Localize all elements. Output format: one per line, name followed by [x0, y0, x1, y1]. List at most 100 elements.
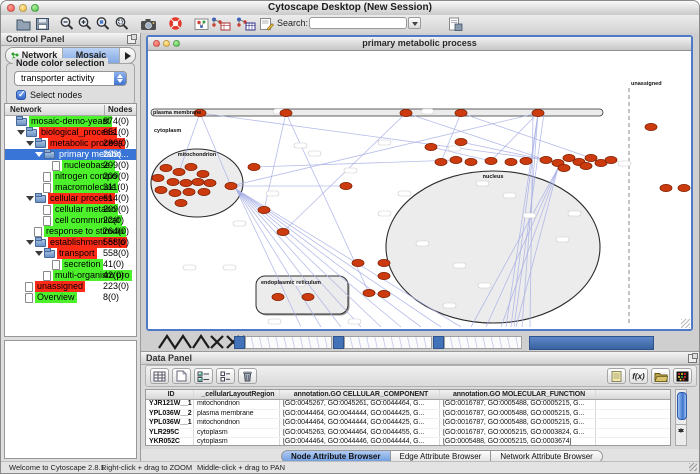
network-node[interactable] — [340, 182, 352, 189]
table-scrollbar[interactable] — [675, 389, 687, 446]
tree-expander-icon[interactable] — [26, 196, 34, 201]
delete-attribute-icon[interactable] — [238, 368, 257, 384]
tree-item-biological-process[interactable]: biological_process651(0) — [5, 127, 136, 138]
network-node[interactable] — [160, 164, 172, 171]
network-node[interactable] — [225, 182, 237, 189]
tab-overflow-button[interactable] — [120, 48, 135, 63]
network-node[interactable] — [198, 188, 210, 195]
attribute-list-icon[interactable] — [216, 368, 235, 384]
network-node[interactable] — [605, 156, 617, 163]
search-dropdown-icon[interactable] — [408, 17, 421, 29]
network-node[interactable] — [455, 109, 467, 116]
network-node[interactable] — [152, 174, 164, 181]
network-node[interactable] — [660, 184, 672, 191]
network-node[interactable] — [520, 157, 532, 164]
help-icon[interactable] — [167, 16, 184, 31]
tree-item-cellular-process[interactable]: cellular process614(0) — [5, 193, 136, 204]
network-node[interactable] — [558, 164, 570, 171]
zoom-fit-icon[interactable] — [113, 16, 130, 31]
network-node[interactable] — [378, 290, 390, 297]
formula-icon[interactable]: f(x) — [629, 368, 648, 384]
window-resize-grip[interactable] — [689, 463, 697, 471]
network-node[interactable] — [435, 158, 447, 165]
tree-item-cell-communicat[interactable]: cell communicat22(0) — [5, 215, 136, 226]
tree-item-nucleobase-[interactable]: nucleobase-209(0) — [5, 160, 136, 171]
network-node[interactable] — [352, 259, 364, 266]
network-node[interactable] — [185, 163, 197, 170]
network-node[interactable] — [204, 179, 216, 186]
tree-expander-icon[interactable] — [26, 141, 34, 146]
network-node[interactable] — [258, 206, 270, 213]
network-node[interactable] — [400, 109, 412, 116]
tree-item-cellular-metabo[interactable]: cellular metabo209(0) — [5, 204, 136, 215]
network-node[interactable] — [272, 293, 284, 300]
network-node[interactable] — [183, 188, 195, 195]
open-icon[interactable] — [15, 16, 32, 31]
import-table-icon[interactable] — [234, 16, 258, 31]
import-file-icon[interactable] — [447, 16, 464, 31]
tree-item-response-to-stimulu[interactable]: response to stimulu264(0) — [5, 226, 136, 237]
import-attributes-icon[interactable] — [651, 368, 670, 384]
network-node[interactable] — [248, 163, 260, 170]
attribute-grid-icon[interactable] — [150, 368, 169, 384]
new-attribute-icon[interactable] — [172, 368, 191, 384]
network-node[interactable] — [678, 184, 690, 191]
birds-eye-view[interactable] — [4, 340, 137, 459]
network-node[interactable] — [580, 162, 592, 169]
scrollbar-thumb[interactable] — [677, 392, 687, 420]
table-row[interactable]: YJR121W__1mitochondrion[GO:0045267, GO:0… — [146, 400, 670, 410]
network-node[interactable] — [645, 123, 657, 130]
select-nodes-checkbox[interactable] — [16, 90, 26, 100]
column-header[interactable]: _cellularLayoutRegion — [194, 390, 280, 399]
tree-item-transport[interactable]: transport558(0) — [5, 248, 136, 259]
table-row[interactable]: YKR052Ccytoplasm[GO:0044464, GO:0044446,… — [146, 438, 670, 446]
search-input[interactable] — [309, 17, 407, 29]
tree-item-unassigned[interactable]: unassigned223(0) — [5, 281, 136, 292]
view-resize-grip[interactable] — [681, 319, 690, 328]
network-node[interactable] — [485, 157, 497, 164]
network-node[interactable] — [585, 154, 597, 161]
network-node[interactable] — [167, 178, 179, 185]
tree-expander-icon[interactable] — [17, 130, 25, 135]
zoom-selected-icon[interactable] — [94, 16, 111, 31]
network-node[interactable] — [450, 156, 462, 163]
network-node[interactable] — [175, 199, 187, 206]
window-fragment[interactable] — [433, 336, 444, 349]
network-node[interactable] — [455, 138, 467, 145]
save-icon[interactable] — [34, 16, 51, 31]
table-row[interactable]: YPL036W__1mitochondrion[GO:0044464, GO:0… — [146, 419, 670, 429]
network-node[interactable] — [505, 158, 517, 165]
network-node[interactable] — [280, 109, 292, 116]
vizmapper-icon[interactable] — [193, 16, 210, 31]
tree-item-establishment-of-lo[interactable]: establishment of lo558(0) — [5, 237, 136, 248]
tree-expander-icon[interactable] — [35, 152, 43, 157]
network-node[interactable] — [465, 158, 477, 165]
network-node[interactable] — [425, 143, 437, 150]
window-fragment[interactable] — [344, 336, 432, 349]
heatmap-icon[interactable] — [673, 368, 692, 384]
network-node[interactable] — [155, 186, 167, 193]
tree-item-nitrogen-compo[interactable]: nitrogen compo209(0) — [5, 171, 136, 182]
tree-item-metabolic-process[interactable]: metabolic process280(0) — [5, 138, 136, 149]
snapshot-icon[interactable] — [140, 16, 157, 31]
tree-item-secretion[interactable]: secretion41(0) — [5, 259, 136, 270]
tree-item-primary-metabo[interactable]: primary metabo209(... — [5, 149, 136, 160]
tree-expander-icon[interactable] — [26, 240, 34, 245]
network-node[interactable] — [169, 189, 181, 196]
zoom-out-icon[interactable] — [58, 16, 75, 31]
notes-icon[interactable] — [607, 368, 626, 384]
column-header[interactable]: ID — [146, 390, 194, 399]
network-node[interactable] — [363, 289, 375, 296]
window-fragment[interactable] — [234, 336, 245, 349]
column-header[interactable]: annotation.GO MOLECULAR_FUNCTION — [440, 390, 596, 399]
window-fragment[interactable] — [245, 336, 332, 349]
network-node[interactable] — [197, 170, 209, 177]
tree-item-multi-organism-pro[interactable]: multi-organism pro42(0) — [5, 270, 136, 281]
table-row[interactable]: YLR295Ccytoplasm[GO:0045263, GO:0044464,… — [146, 429, 670, 439]
network-node[interactable] — [540, 156, 552, 163]
tree-item-mosaic-demo-yeast[interactable]: mosaic-demo-yeast874(0) — [5, 116, 136, 127]
zoom-in-icon[interactable] — [76, 16, 93, 31]
network-node[interactable] — [192, 178, 204, 185]
table-row[interactable]: YPL036W__2plasma membrane[GO:0044464, GO… — [146, 410, 670, 420]
window-fragment[interactable] — [333, 336, 344, 349]
